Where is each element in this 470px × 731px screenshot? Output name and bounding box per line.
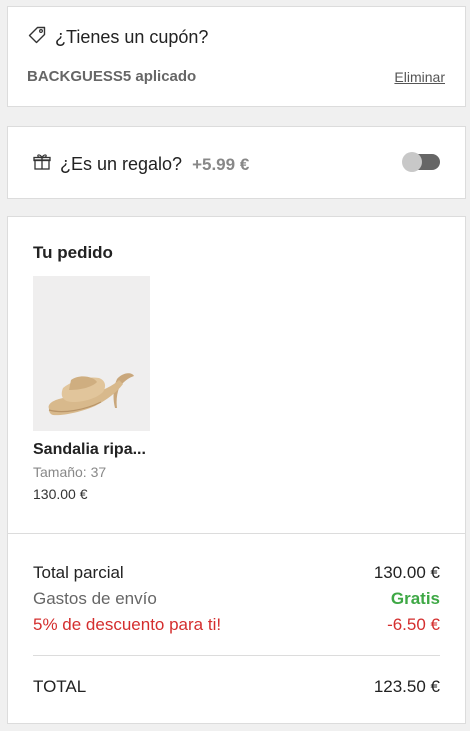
shipping-row: Gastos de envío Gratis (33, 589, 440, 609)
coupon-header[interactable]: ¿Tienes un cupón? (27, 25, 208, 50)
total-value: 123.50 € (373, 677, 440, 696)
order-divider (8, 533, 465, 534)
shipping-value: Gratis (390, 589, 440, 608)
subtotal-value: 130.00 € (373, 563, 440, 582)
gift-card: ¿Es un regalo? +5.99 € (7, 126, 466, 199)
gift-toggle[interactable] (402, 152, 440, 172)
total-divider (33, 655, 440, 656)
total-label: TOTAL (33, 677, 87, 696)
discount-row: 5% de descuento para ti! -6.50 € (33, 615, 440, 635)
coupon-card: ¿Tienes un cupón? BACKGUESS5 aplicado El… (7, 6, 466, 107)
discount-value: -6.50 € (387, 615, 440, 634)
remove-coupon-link[interactable]: Eliminar (394, 69, 445, 85)
product-size: Tamaño: 37 (33, 464, 107, 480)
product-name[interactable]: Sandalia ripa... (33, 441, 146, 459)
order-title: Tu pedido (33, 243, 113, 262)
coupon-applied-text: BACKGUESS5 aplicado (27, 68, 197, 85)
tag-icon (27, 25, 47, 50)
gift-title: ¿Es un regalo? (60, 154, 183, 174)
product-price: 130.00 € (33, 486, 88, 502)
gift-header: ¿Es un regalo? +5.99 € (32, 152, 249, 177)
order-card: Tu pedido Sandalia ripa... Tamaño: 37 13… (7, 216, 466, 724)
discount-label: 5% de descuento para ti! (33, 615, 222, 634)
gift-toggle-knob (402, 152, 422, 172)
coupon-title: ¿Tienes un cupón? (55, 27, 209, 47)
shipping-label: Gastos de envío (33, 589, 157, 608)
gift-price: +5.99 € (192, 154, 250, 174)
total-row: TOTAL 123.50 € (33, 677, 440, 697)
subtotal-label: Total parcial (33, 563, 124, 582)
subtotal-row: Total parcial 130.00 € (33, 563, 440, 583)
product-image[interactable] (33, 276, 150, 431)
gift-icon (32, 152, 52, 177)
